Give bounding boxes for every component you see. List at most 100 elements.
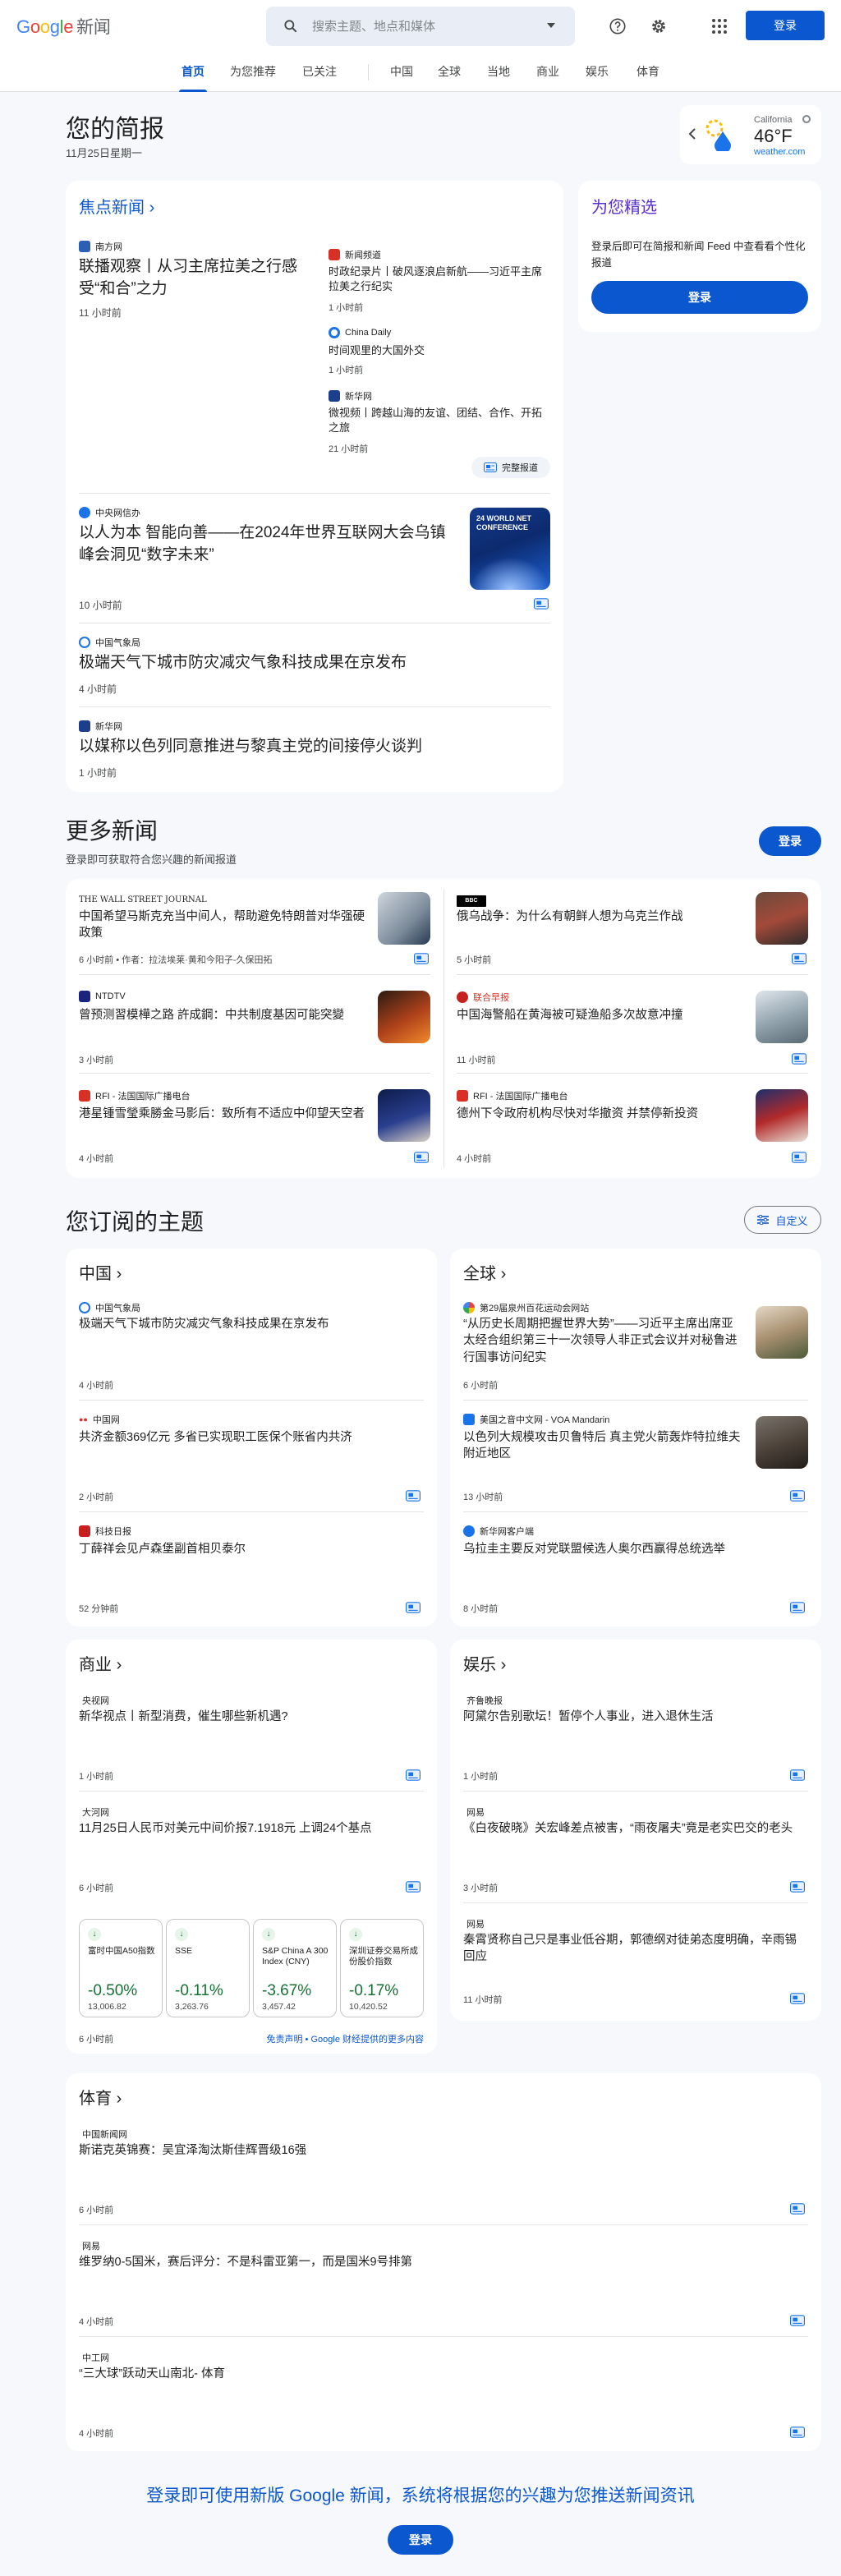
- top-stories-title[interactable]: 焦点新闻 ›: [79, 194, 154, 218]
- weather-source-link[interactable]: weather.com: [754, 147, 805, 157]
- story-headline[interactable]: “三大球”跃动天山南北- 体育: [79, 2366, 802, 2382]
- story-headline[interactable]: 共济金额369亿元 多省已实现职工医保个账省内共济: [79, 1429, 424, 1446]
- tab-world[interactable]: 全球: [437, 53, 462, 92]
- full-coverage-icon[interactable]: [792, 1152, 807, 1163]
- source-label: 中国新闻网: [82, 2130, 127, 2140]
- topic-title[interactable]: 全球 ›: [463, 1260, 506, 1284]
- story-thumbnail[interactable]: [378, 892, 430, 945]
- full-coverage-icon[interactable]: [414, 1152, 429, 1163]
- tab-local[interactable]: 当地: [486, 53, 511, 92]
- apps-icon[interactable]: [708, 15, 731, 38]
- story-thumbnail[interactable]: [378, 1089, 430, 1142]
- story-headline[interactable]: 新华视点丨新型消费，催生哪些新机遇?: [79, 1709, 424, 1725]
- full-coverage-icon[interactable]: [790, 1769, 805, 1781]
- weather-widget[interactable]: California 46°F weather.com: [680, 105, 821, 164]
- full-coverage-icon[interactable]: [406, 1602, 420, 1613]
- full-coverage-icon[interactable]: [790, 2315, 805, 2326]
- tab-sports[interactable]: 体育: [636, 53, 660, 92]
- stock-card[interactable]: ↓ 富时中国A50指数 -0.50% 13,006.82: [79, 1919, 163, 2017]
- tab-following[interactable]: 已关注: [301, 53, 338, 92]
- full-coverage-icon[interactable]: [406, 1769, 420, 1781]
- search-box[interactable]: [266, 7, 575, 46]
- story-thumbnail[interactable]: [378, 991, 430, 1043]
- story-headline[interactable]: 德州下令政府机构尽快对华撤资 并禁停新投资: [457, 1106, 736, 1122]
- story-headline[interactable]: 俄乌战争：为什么有朝鲜人想为乌克兰作战: [457, 908, 736, 925]
- story-headline[interactable]: 微视频丨跨越山海的友谊、团结、合作、开拓之旅: [329, 406, 550, 435]
- topic-title[interactable]: 体育 ›: [79, 2085, 122, 2109]
- gear-icon[interactable]: [647, 15, 670, 38]
- full-coverage-icon[interactable]: [792, 953, 807, 964]
- tab-for-you[interactable]: 为您推荐: [228, 53, 278, 92]
- full-coverage-icon[interactable]: [414, 953, 429, 964]
- story-headline[interactable]: 斯诺克英锦赛：吴宜泽淘汰斯佳辉晋级16强: [79, 2142, 802, 2159]
- story-headline[interactable]: 维罗纳0-5国米，赛后评分：不是科雷亚第一，而是国米9号排第: [79, 2254, 802, 2270]
- customize-button[interactable]: 自定义: [744, 1206, 821, 1234]
- stock-name: SSE: [175, 1946, 193, 1956]
- story-thumbnail[interactable]: [756, 892, 808, 945]
- full-coverage-icon[interactable]: [534, 598, 549, 610]
- story-thumbnail[interactable]: 24 WORLD NET CONFERENCE: [470, 508, 550, 590]
- full-coverage-icon[interactable]: [790, 1881, 805, 1893]
- footer-login-button[interactable]: 登录: [388, 2525, 453, 2555]
- arrow-down-icon: ↓: [175, 1928, 188, 1941]
- story-thumbnail[interactable]: [756, 1306, 808, 1359]
- story-headline[interactable]: 以媒称以色列同意推进与黎真主党的间接停火谈判: [79, 736, 539, 758]
- login-button[interactable]: 登录: [746, 11, 825, 40]
- story-headline[interactable]: 丁薛祥会见卢森堡副首相贝泰尔: [79, 1541, 424, 1557]
- more-news-login-button[interactable]: 登录: [759, 826, 821, 856]
- help-icon[interactable]: [606, 15, 629, 38]
- source-label: RFI - 法国国际广播电台: [79, 1089, 191, 1102]
- stock-card[interactable]: ↓ 深圳证券交易所成份股价指数 -0.17% 10,420.52: [340, 1919, 424, 2017]
- tab-china[interactable]: 中国: [389, 53, 414, 92]
- full-coverage-icon[interactable]: [790, 1602, 805, 1613]
- story-headline[interactable]: 时政纪录片丨破风逐浪启新航——习近平主席拉美之行纪实: [329, 264, 550, 294]
- story-headline[interactable]: 秦霄贤称自己只是事业低谷期，郭德纲对徒弟态度明确，辛雨锡回应: [463, 1932, 808, 1966]
- tab-business[interactable]: 商业: [535, 53, 560, 92]
- story-headline[interactable]: 极端天气下城市防灾减灾气象科技成果在京发布: [79, 1316, 424, 1332]
- full-coverage-icon[interactable]: [790, 2203, 805, 2215]
- story-headline[interactable]: 曾预测習模樺之路 許成鋼：中共制度基因可能突變: [79, 1007, 366, 1024]
- story-headline[interactable]: 以色列大规模攻击贝鲁特后 真主党火箭轰炸特拉维夫附近地区: [463, 1429, 742, 1463]
- story-headline[interactable]: 11月25日人民币对美元中间价报7.1918元 上调24个基点: [79, 1820, 424, 1837]
- google-news-logo[interactable]: Google 新闻: [16, 16, 111, 39]
- full-coverage-button[interactable]: 完整报道: [471, 457, 550, 478]
- topic-title[interactable]: 商业 ›: [79, 1651, 122, 1675]
- story-thumbnail[interactable]: [756, 991, 808, 1043]
- story-headline[interactable]: 乌拉圭主要反对党联盟候选人奥尔西赢得总统选举: [463, 1541, 808, 1557]
- story-headline[interactable]: “从历史长周期把握世界大势”——习近平主席出席亚太经合组织第三十一次领导人非正式…: [463, 1316, 742, 1366]
- story-headline[interactable]: 港星锺雪瑩乘勝金马影后：致所有不适应中仰望天空者: [79, 1106, 366, 1122]
- story-thumbnail[interactable]: [756, 1089, 808, 1142]
- story-headline[interactable]: 中国海警船在黄海被可疑渔船多次故意冲撞: [457, 1007, 736, 1024]
- search-input[interactable]: [312, 7, 534, 46]
- full-coverage-icon[interactable]: [406, 1881, 420, 1893]
- story-headline[interactable]: 极端天气下城市防灾减灾气象科技成果在京发布: [79, 652, 539, 674]
- tab-home[interactable]: 首页: [179, 53, 207, 92]
- topic-title[interactable]: 中国 ›: [79, 1260, 122, 1284]
- story-time: 11 小时前: [79, 307, 122, 319]
- for-you-login-button[interactable]: 登录: [591, 281, 808, 314]
- search-icon[interactable]: [283, 18, 299, 34]
- full-coverage-icon[interactable]: [792, 1053, 807, 1065]
- stock-card[interactable]: ↓ SSE -0.11% 3,263.76: [166, 1919, 250, 2017]
- story-thumbnail[interactable]: [756, 1416, 808, 1469]
- story-headline[interactable]: 《白夜破晓》关宏峰差点被害，“雨夜屠夫”竟是老实巴交的老头: [463, 1820, 808, 1837]
- topic-title[interactable]: 娱乐 ›: [463, 1651, 506, 1675]
- chevron-left-icon[interactable]: [688, 128, 696, 140]
- chevron-down-icon[interactable]: [547, 23, 555, 28]
- story-time: 1 小时前: [79, 767, 117, 779]
- footer-signin-message: 登录即可使用新版 Google 新闻，系统将根据您的兴趣为您推送新闻资讯: [146, 2486, 695, 2505]
- source-label: THE WALL STREET JOURNAL: [79, 895, 207, 904]
- story-headline[interactable]: 阿黛尔告别歌坛！暂停个人事业，进入退休生活: [463, 1709, 808, 1725]
- full-coverage-icon[interactable]: [790, 2426, 805, 2438]
- full-coverage-icon[interactable]: [790, 1490, 805, 1502]
- story-headline[interactable]: 时间观里的大国外交: [329, 343, 550, 358]
- finance-disclaimer-link[interactable]: 免责声明 • Google 财经提供的更多内容: [267, 2032, 425, 2045]
- chevron-right-icon: ›: [500, 1265, 507, 1283]
- stock-card[interactable]: ↓ S&P China A 300 Index (CNY) -3.67% 3,457.…: [253, 1919, 337, 2017]
- story-headline[interactable]: 联播观察丨从习主席拉美之行感受“和合”之力: [79, 256, 317, 300]
- tab-entertainment[interactable]: 娱乐: [585, 53, 609, 92]
- story-headline[interactable]: 以人为本 智能向善——在2024年世界互联网大会乌镇峰会洞见“数字未来”: [79, 522, 457, 566]
- full-coverage-icon[interactable]: [406, 1490, 420, 1502]
- story-headline[interactable]: 中国希望马斯克充当中间人，帮助避免特朗普对华强硬政策: [79, 908, 375, 942]
- full-coverage-icon[interactable]: [790, 1993, 805, 2004]
